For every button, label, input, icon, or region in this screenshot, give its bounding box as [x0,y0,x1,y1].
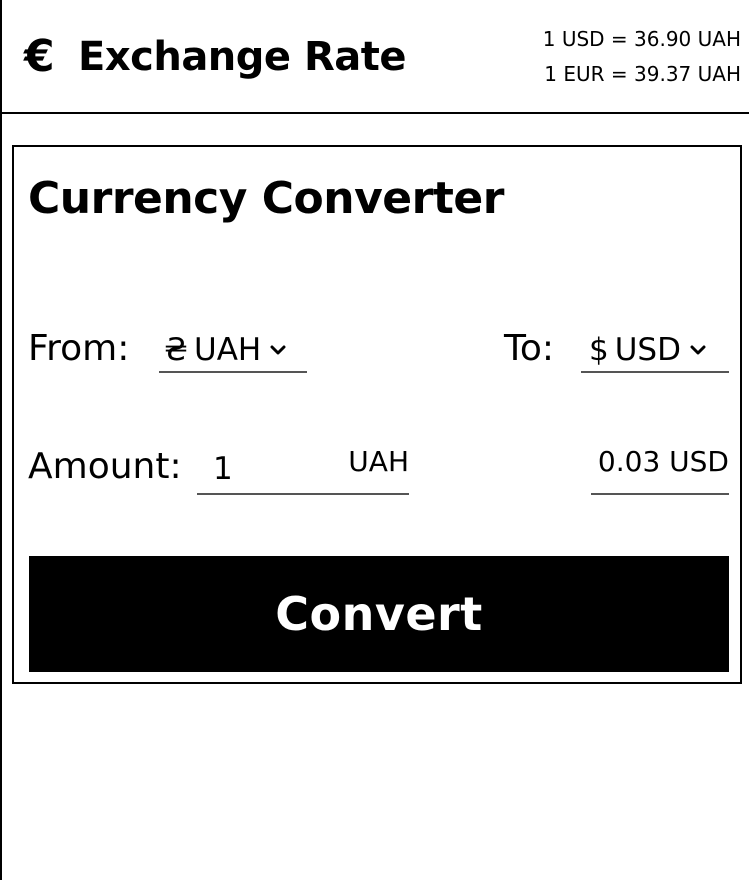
chevron-down-icon [267,345,289,355]
to-currency-select[interactable]: $ USD [581,329,729,373]
eur-rate: 1 EUR = 39.37 UAH [544,62,741,86]
to-label: To: [504,328,555,369]
result-output: 0.03 USD [591,445,729,495]
from-currency-select[interactable]: ₴ UAH [159,329,307,373]
amount-unit: UAH [348,445,409,478]
from-label: From: [28,328,130,369]
exchange-rates: 1 USD = 36.90 UAH 1 EUR = 39.37 UAH [543,22,741,92]
converter-card: Currency Converter From: ₴ UAH To: $ USD… [12,145,742,684]
hryvnia-icon: ₴ [164,332,188,368]
usd-rate: 1 USD = 36.90 UAH [542,27,741,51]
amount-label: Amount: [28,446,182,487]
chevron-down-icon [687,345,709,355]
euro-icon: € [24,31,55,82]
converter-title: Currency Converter [28,173,504,224]
logo: € Exchange Rate [24,31,407,82]
app-title: Exchange Rate [78,34,407,80]
from-currency-value: UAH [194,332,262,368]
amount-input[interactable] [213,447,323,491]
amount-field: UAH [197,445,409,495]
dollar-icon: $ [589,332,609,368]
convert-button[interactable]: Convert [29,556,729,672]
header: € Exchange Rate 1 USD = 36.90 UAH 1 EUR … [2,0,749,114]
to-currency-value: USD [614,332,681,368]
